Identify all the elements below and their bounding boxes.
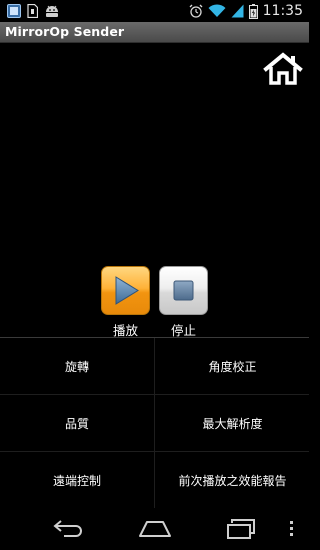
screen: 11:35 MirrorOp Sender 播放 停止 旋轉 角度校正 品質 最…: [0, 0, 309, 550]
sd-card-icon: [27, 4, 38, 18]
stop-icon: [173, 280, 194, 301]
menu-item-performance-report[interactable]: 前次播放之效能報告: [154, 452, 310, 509]
recent-apps-icon[interactable]: [225, 519, 257, 539]
menu-item-quality[interactable]: 品質: [0, 395, 154, 451]
home-nav-icon[interactable]: [138, 520, 172, 538]
notification-app-icon: [7, 4, 21, 18]
status-right-icons: 11:35: [189, 3, 309, 19]
stop-button[interactable]: [159, 266, 208, 315]
home-icon: [263, 52, 303, 85]
status-clock: 11:35: [262, 3, 303, 19]
battery-icon: [248, 3, 258, 19]
status-left-icons: [0, 4, 60, 18]
wifi-icon: [208, 4, 226, 17]
android-icon: [46, 5, 58, 17]
menu-item-rotate[interactable]: 旋轉: [0, 338, 154, 394]
status-bar: 11:35: [0, 0, 309, 22]
menu-row: 遠端控制 前次播放之效能報告: [0, 452, 309, 509]
app-title: MirrorOp Sender: [5, 24, 125, 39]
play-icon: [115, 276, 139, 305]
overflow-menu-icon[interactable]: [289, 521, 294, 537]
title-bar: MirrorOp Sender: [0, 22, 309, 43]
play-button[interactable]: [101, 266, 150, 315]
menu-row: 品質 最大解析度: [0, 395, 309, 452]
signal-icon: [231, 4, 244, 18]
menu-item-max-resolution[interactable]: 最大解析度: [154, 395, 310, 451]
alarm-icon: [189, 4, 203, 18]
menu-row: 旋轉 角度校正: [0, 338, 309, 395]
back-icon[interactable]: [52, 518, 84, 538]
menu-item-angle-correction[interactable]: 角度校正: [154, 338, 310, 394]
navigation-bar: [0, 508, 309, 550]
menu-item-remote-control[interactable]: 遠端控制: [0, 452, 154, 509]
settings-menu: 旋轉 角度校正 品質 最大解析度 遠端控制 前次播放之效能報告: [0, 337, 309, 509]
home-button[interactable]: [263, 52, 303, 86]
